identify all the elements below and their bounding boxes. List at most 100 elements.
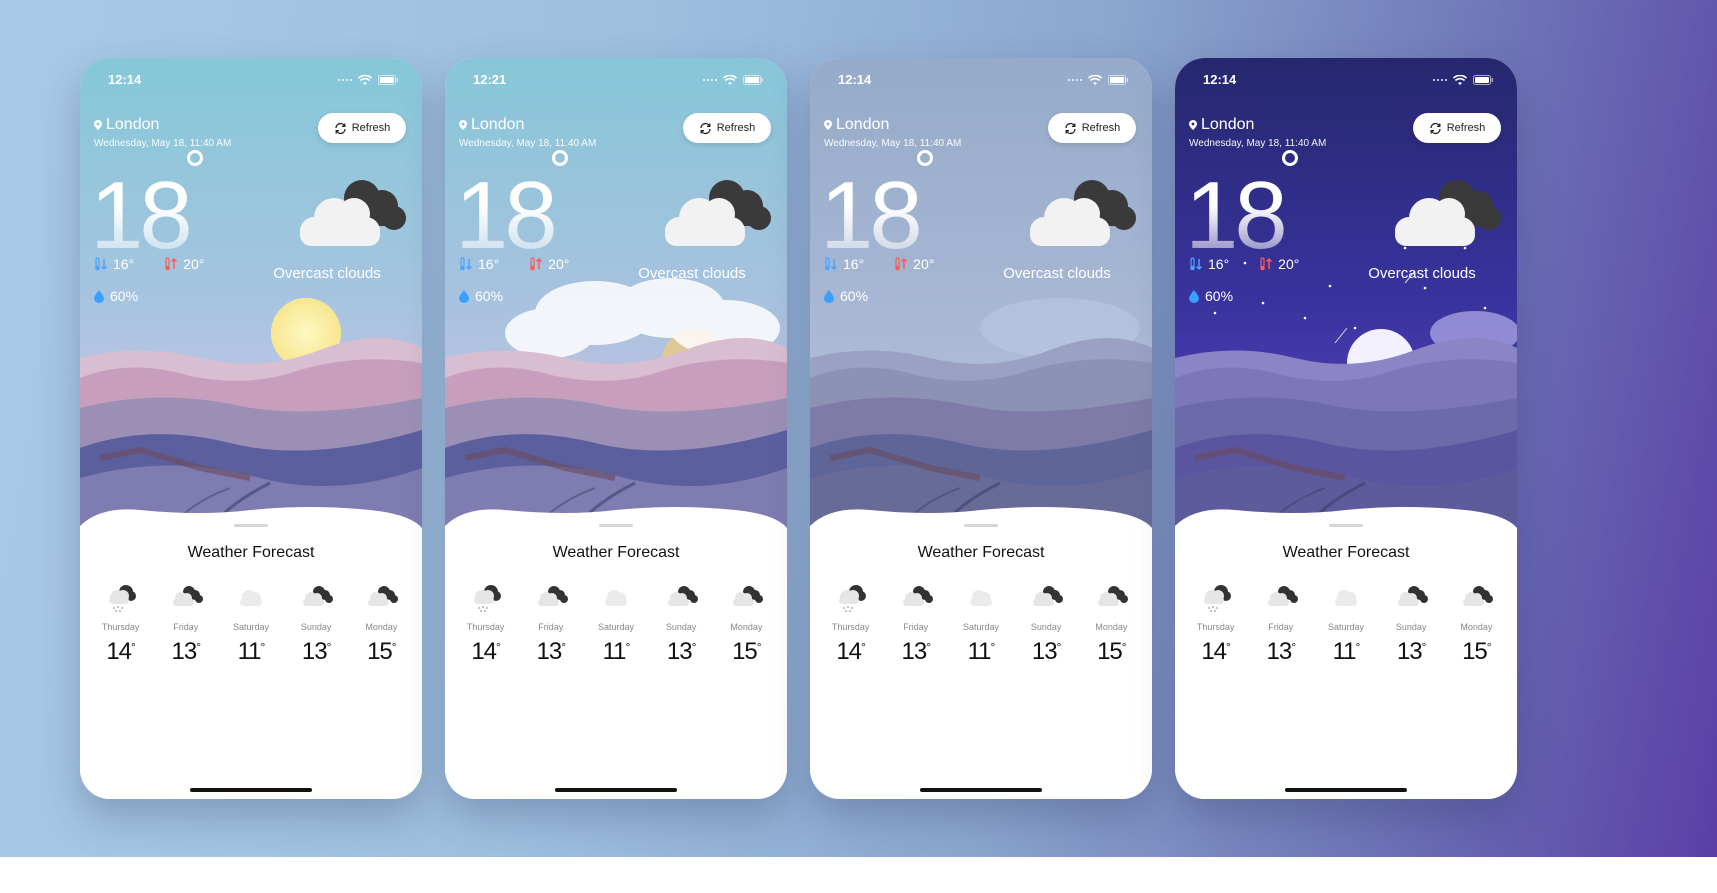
forecast-temp-value: 11 <box>237 638 262 665</box>
forecast-day: Thursday 14° <box>91 578 151 666</box>
home-indicator[interactable] <box>920 788 1042 792</box>
forecast-temp-value: 14 <box>471 638 497 665</box>
phone-day: 12:14 London Wednesday, May 18, 11:40 AM… <box>80 58 422 799</box>
sheet-drag-handle[interactable] <box>234 524 268 527</box>
forecast-temp-value: 15 <box>367 638 393 665</box>
home-indicator[interactable] <box>190 788 312 792</box>
home-indicator[interactable] <box>1285 788 1407 792</box>
forecast-day-name: Sunday <box>665 622 697 632</box>
forecast-temp-value: 13 <box>1396 638 1423 665</box>
forecast-degree: ° <box>861 640 866 654</box>
forecast-days: Thursday 14° Friday 13° Saturday 11° Sun… <box>1175 578 1517 666</box>
phone-overcast: 12:14 London Wednesday, May 18, 11:40 AM… <box>810 58 1152 799</box>
home-indicator[interactable] <box>555 788 677 792</box>
forecast-days: Thursday 14° Friday 13° Saturday 11° Sun… <box>445 578 787 666</box>
broken-clouds-icon <box>521 578 581 618</box>
forecast-temp-value: 13 <box>901 638 928 665</box>
light-cloud-icon <box>1334 590 1357 606</box>
light-cloud-icon <box>1316 578 1376 618</box>
forecast-day: Monday 15° <box>716 578 776 666</box>
forecast-degree: ° <box>990 640 996 654</box>
forecast-days: Thursday 14° Friday 13° Saturday 11 ° Sun… <box>80 578 422 666</box>
forecast-day-temp: 15° <box>351 638 411 666</box>
forecast-degree: ° <box>1121 640 1127 654</box>
forecast-day-name: Sunday <box>1395 622 1427 632</box>
forecast-day-name: Friday <box>1268 622 1294 632</box>
forecast-degree: ° <box>561 640 566 654</box>
forecast-day-name: Monday <box>730 622 763 632</box>
forecast-day-temp: 13° <box>651 638 711 666</box>
rain-cloud-icon <box>456 578 516 618</box>
forecast-degree: ° <box>1421 640 1427 654</box>
forecast-day-temp: 11° <box>1316 638 1376 666</box>
forecast-degree: ° <box>131 640 136 654</box>
forecast-degree: ° <box>926 640 931 654</box>
forecast-sheet[interactable]: Weather Forecast Thursday 14° Friday 13° <box>445 516 787 799</box>
broken-clouds-icon <box>902 586 933 606</box>
forecast-sheet[interactable]: Weather Forecast Thursday 14° Friday 13° <box>80 516 422 799</box>
sheet-drag-handle[interactable] <box>1329 524 1363 527</box>
forecast-day-name: Thursday <box>1196 622 1235 632</box>
forecast-temp-value: 13 <box>1031 638 1058 665</box>
broken-clouds-icon <box>1016 578 1076 618</box>
forecast-day-name: Monday <box>365 622 398 632</box>
forecast-day: Saturday 11° <box>586 578 646 666</box>
forecast-day: Thursday 14° <box>1186 578 1246 666</box>
sheet-drag-handle[interactable] <box>599 524 633 527</box>
forecast-temp-value: 11 <box>1332 638 1357 665</box>
forecast-title: Weather Forecast <box>917 544 1045 561</box>
broken-clouds-icon <box>716 578 776 618</box>
forecast-day-name: Monday <box>1460 622 1493 632</box>
broken-clouds-icon <box>1463 586 1494 606</box>
forecast-day-name: Sunday <box>1030 622 1062 632</box>
forecast-day: Friday 13° <box>156 578 216 666</box>
rain-cloud-icon <box>473 585 501 612</box>
broken-clouds-icon <box>351 578 411 618</box>
forecast-day: Thursday 14° <box>821 578 881 666</box>
rain-cloud-icon <box>108 585 136 612</box>
forecast-degree: ° <box>1291 640 1296 654</box>
forecast-day: Monday 15° <box>1446 578 1506 666</box>
forecast-day-name: Saturday <box>1327 622 1364 632</box>
forecast-temp-value: 11 <box>602 638 627 665</box>
forecast-day-name: Saturday <box>232 622 269 632</box>
forecast-day-temp: 11° <box>586 638 646 666</box>
light-cloud-icon <box>586 578 646 618</box>
forecast-day-temp: 14° <box>456 638 516 666</box>
broken-clouds-icon <box>1098 586 1129 606</box>
light-cloud-icon <box>604 590 627 606</box>
forecast-degree: ° <box>196 640 201 654</box>
forecast-day: Sunday 13° <box>286 578 346 666</box>
forecast-degree: ° <box>756 640 762 654</box>
forecast-day: Friday 13° <box>1251 578 1311 666</box>
forecast-day-name: Friday <box>538 622 564 632</box>
forecast-day: Thursday 14° <box>456 578 516 666</box>
forecast-day: Friday 13° <box>521 578 581 666</box>
sheet-drag-handle[interactable] <box>964 524 998 527</box>
forecast-day-temp: 14° <box>821 638 881 666</box>
forecast-day-name: Sunday <box>300 622 332 632</box>
rain-cloud-icon <box>1203 585 1231 612</box>
forecast-degree: ° <box>326 640 332 654</box>
broken-clouds-icon <box>1381 578 1441 618</box>
forecast-temp-value: 13 <box>171 638 198 665</box>
broken-clouds-icon <box>1033 586 1064 606</box>
forecast-day: Sunday 13° <box>651 578 711 666</box>
light-cloud-icon <box>221 578 281 618</box>
forecast-day: Sunday 13° <box>1016 578 1076 666</box>
forecast-title: Weather Forecast <box>552 544 680 561</box>
forecast-day-temp: 15° <box>716 638 776 666</box>
forecast-day-temp: 11° <box>951 638 1011 666</box>
forecast-temp-value: 13 <box>666 638 693 665</box>
forecast-temp-value: 13 <box>536 638 563 665</box>
forecast-sheet[interactable]: Weather Forecast Thursday 14° Friday 13° <box>810 516 1152 799</box>
forecast-day-temp: 15° <box>1081 638 1141 666</box>
forecast-sheet[interactable]: Weather Forecast Thursday 14° Friday 13° <box>1175 516 1517 799</box>
rain-cloud-icon <box>838 585 866 612</box>
rain-cloud-icon <box>91 578 151 618</box>
forecast-temp-value: 15 <box>1462 638 1488 665</box>
forecast-day-temp: 13° <box>1381 638 1441 666</box>
forecast-temp-value: 15 <box>732 638 758 665</box>
light-cloud-icon <box>951 578 1011 618</box>
forecast-day-temp: 14° <box>1186 638 1246 666</box>
